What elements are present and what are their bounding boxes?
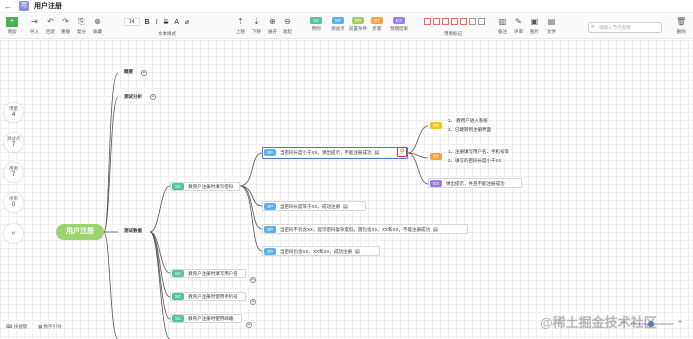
watermark: @稀土掘金技术社区	[540, 315, 657, 330]
node-case-phone-label: SC 教育户注册时使用手机号	[172, 293, 238, 300]
expand-node-icon[interactable]: +	[150, 94, 156, 100]
node-test-analysis[interactable]: 测试分析	[124, 94, 142, 100]
node-case-email-label: SC 教育户注册时使用邮箱	[172, 315, 233, 322]
expand-node-icon[interactable]: +	[250, 277, 256, 283]
mindmap-connectors	[103, 72, 429, 339]
link-icon[interactable]: ⚲	[397, 147, 407, 157]
expand-node-icon[interactable]: +	[250, 299, 256, 305]
stat-reviews: 评审 0	[4, 193, 23, 212]
number-guide-button[interactable]: ▦ 数字引导	[38, 324, 62, 330]
node-case-username-label: SC 教育户注册时填写用户名	[172, 270, 238, 277]
expand-node-icon[interactable]: +	[246, 322, 252, 328]
stat-test-points: 测试点 7	[4, 133, 23, 152]
node-point-equal-password-label: SP 当密码长度等于XX，成功注册 ▤	[264, 203, 348, 210]
node-point-complexity-label: SP 当密码不包含XX，提示密码复杂度低，需包含XX、XX和XX，不能注册成功 ▤	[264, 226, 438, 233]
node-case-password-label: SC 教育户注册时填写密码	[172, 183, 233, 190]
node-step[interactable]: ST	[430, 153, 442, 160]
note-icon[interactable]: ▤	[433, 227, 438, 233]
node-point-contains-label: SP 当密码包含XX、XX和XX，成功注册 ▤	[264, 248, 360, 255]
shortcut-button[interactable]: ⌨ 快捷键	[6, 324, 27, 330]
root-node[interactable]: 用户注册	[56, 224, 104, 240]
note-icon[interactable]: ▤	[355, 249, 360, 255]
stat-cases: 用例 7	[4, 163, 23, 182]
note-icon[interactable]: ▤	[375, 150, 380, 156]
node-precondition[interactable]: PR	[430, 122, 443, 129]
sidebar-collapse-button[interactable]: «	[4, 224, 23, 243]
node-step-text: 1、注册填写用户名、手机号等 2、填写的密码长度小于XX	[448, 149, 510, 163]
node-precondition-text: 1、 教用户进入系统 2、已跳转到注册界面	[448, 118, 492, 132]
node-test-data[interactable]: 测试数据	[124, 228, 142, 234]
note-icon[interactable]: ▤	[343, 204, 348, 210]
node-expected-label: EX 弹出提示，并且不能注册成功	[430, 180, 505, 187]
zoom-in-button[interactable]: +	[678, 319, 682, 326]
expand-node-icon[interactable]: +	[141, 70, 147, 76]
node-summary[interactable]: 概要	[124, 69, 133, 75]
stat-usage: 用量 4	[4, 103, 23, 122]
node-point-short-password-label: SP 当密码长度小于XX，弹出提示，不能注册成功 ▤	[264, 149, 379, 156]
